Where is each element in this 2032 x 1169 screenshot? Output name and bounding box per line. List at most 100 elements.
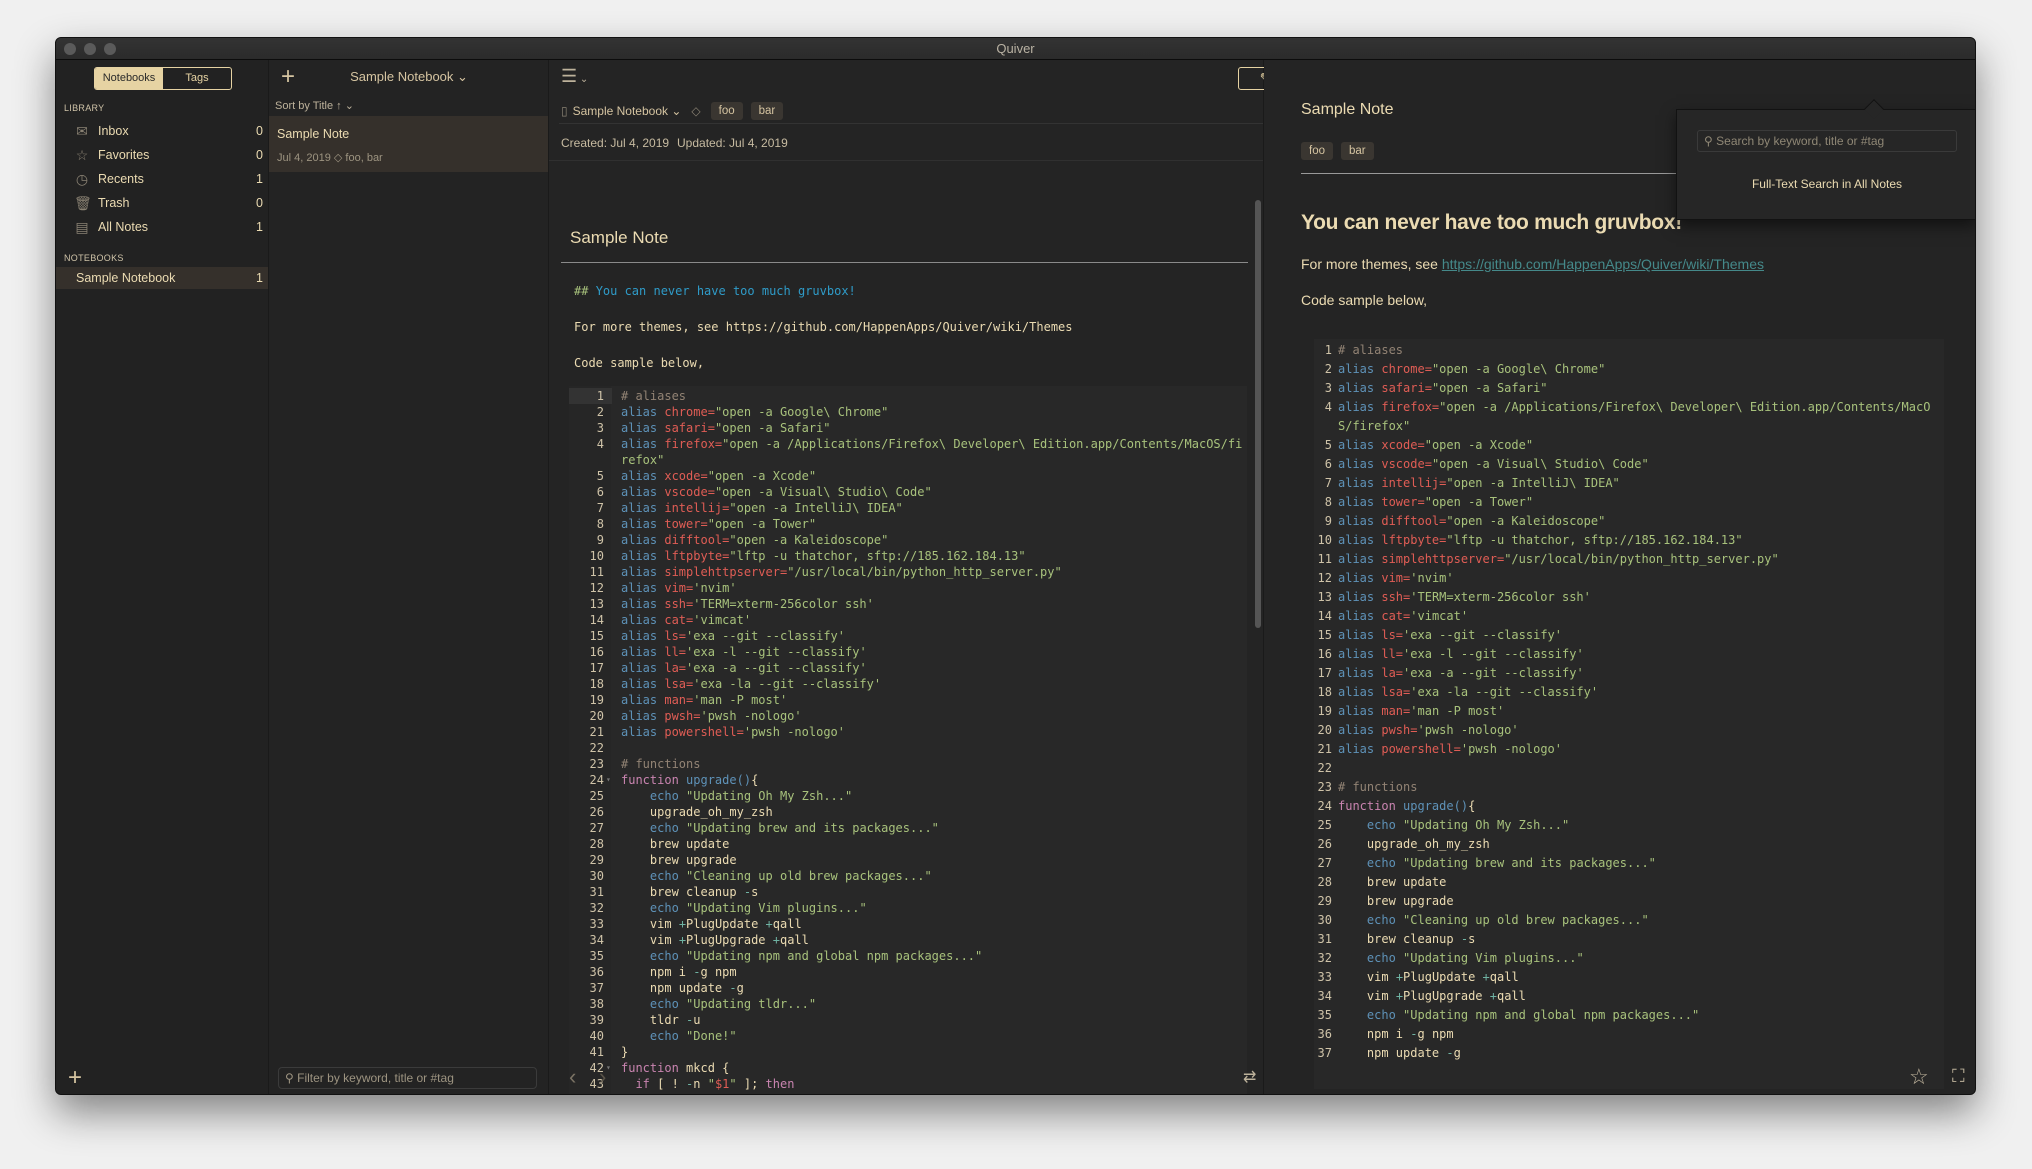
code-line[interactable]: 4 alias firefox="open -a /Applications/Fi… xyxy=(569,436,1247,468)
code-token: "open -a Tower" xyxy=(707,517,817,531)
sidebar-item-inbox[interactable]: ✉ Inbox 0 xyxy=(56,120,268,142)
sidebar-item-trash[interactable]: 🗑 Trash 0 xyxy=(56,192,268,214)
presentation-icon[interactable]: ⛶ xyxy=(1952,1066,1965,1087)
markdown-text-line[interactable]: For more themes, see https://github.com/… xyxy=(574,320,1073,334)
preview-code-block: 1 # aliases 2 alias chrome="open -a Google\… xyxy=(1314,339,1944,1089)
code-line[interactable]: 3 alias safari="open -a Safari" xyxy=(569,420,1247,436)
code-line[interactable]: 1 # aliases xyxy=(569,388,1247,404)
forward-arrow-icon[interactable]: › xyxy=(599,1064,606,1090)
sidebar-item-favorites[interactable]: ☆ Favorites 0 xyxy=(56,144,268,166)
zoom-window-button[interactable] xyxy=(104,43,116,55)
code-line[interactable]: 36 npm i -g npm xyxy=(569,964,1247,980)
code-line[interactable]: 31 brew cleanup -s xyxy=(569,884,1247,900)
code-line[interactable]: 41} xyxy=(569,1044,1247,1060)
code-line[interactable]: 38 echo "Updating tldr..." xyxy=(569,996,1247,1012)
code-line[interactable]: 37 npm update -g xyxy=(569,980,1247,996)
themes-link[interactable]: https://github.com/HappenApps/Quiver/wik… xyxy=(1442,256,1764,272)
code-line[interactable]: 39 tldr -u xyxy=(569,1012,1247,1028)
code-line[interactable]: 14 alias cat='vimcat' xyxy=(569,612,1247,628)
editor-scrollbar[interactable] xyxy=(1255,200,1261,628)
code-line: 27 echo "Updating brew and its packages.… xyxy=(1314,854,1944,873)
code-line[interactable]: 24 ▾ function upgrade(){ xyxy=(569,772,1247,788)
code-line[interactable]: 28 brew update xyxy=(569,836,1247,852)
code-line[interactable]: 6 alias vscode="open -a Visual\ Studio\ C… xyxy=(569,484,1247,500)
sidebar-item-all-notes[interactable]: ▤ All Notes 1 xyxy=(56,216,268,238)
code-token: difftool= xyxy=(1381,514,1447,528)
code-token: alias xyxy=(621,533,658,547)
editor-code-block[interactable]: 1 # aliases 2 alias chrome="open -a Google\… xyxy=(569,386,1247,1094)
code-line[interactable]: 15 alias ls='exa --git --classify' xyxy=(569,628,1247,644)
code-line[interactable]: 34 vim +PlugUpgrade +qall xyxy=(569,932,1247,948)
code-line[interactable]: 13 alias ssh='TERM=xterm-256color ssh' xyxy=(569,596,1247,612)
code-line[interactable]: 25 echo "Updating Oh My Zsh..." xyxy=(569,788,1247,804)
code-line[interactable]: 27 echo "Updating brew and its packages.… xyxy=(569,820,1247,836)
sort-selector[interactable]: Sort by Title ↑ ⌄ xyxy=(275,99,354,112)
code-line[interactable]: 17 alias la='exa -a --git --classify' xyxy=(569,660,1247,676)
code-line[interactable]: 18 alias lsa='exa -la --git --classify' xyxy=(569,676,1247,692)
tag-foo[interactable]: foo xyxy=(710,102,743,120)
star-icon[interactable]: ☆ xyxy=(1909,1064,1929,1090)
sidebar-item-recents[interactable]: ◷ Recents 1 xyxy=(56,168,268,190)
search-input[interactable]: ⚲ Search by keyword, title or #tag xyxy=(1697,130,1957,152)
full-text-search-button[interactable]: Full-Text Search in All Notes xyxy=(1677,177,1975,191)
code-line[interactable]: 7 alias intellij="open -a IntelliJ\ IDEA" xyxy=(569,500,1247,516)
code-line[interactable]: 9 alias difftool="open -a Kaleidoscope" xyxy=(569,532,1247,548)
close-window-button[interactable] xyxy=(64,43,76,55)
tag-bar[interactable]: bar xyxy=(1341,142,1374,160)
code-line[interactable]: 10 alias lftpbyte="lftp -u thatchor, sftp… xyxy=(569,548,1247,564)
code-line[interactable]: 5 alias xcode="open -a Xcode" xyxy=(569,468,1247,484)
markdown-text-line[interactable]: Code sample below, xyxy=(574,356,704,370)
code-line[interactable]: 23 # functions xyxy=(569,756,1247,772)
note-list-item[interactable]: Sample Note Jul 4, 2019 ◇ foo, bar xyxy=(269,116,548,172)
code-line[interactable]: 16 alias ll='exa -l --git --classify' xyxy=(569,644,1247,660)
code-line[interactable]: 40 echo "Done!" xyxy=(569,1028,1247,1044)
code-line[interactable]: 19 alias man='man -P most' xyxy=(569,692,1247,708)
created-date: Created: Jul 4, 2019 xyxy=(561,136,670,150)
line-number: 11 xyxy=(1317,552,1332,566)
note-notebook-selector[interactable]: Sample Notebook ⌄ xyxy=(573,104,682,118)
code-token: alias xyxy=(621,725,658,739)
markdown-heading-line[interactable]: ## You can never have too much gruvbox! xyxy=(574,284,856,298)
tag-bar[interactable]: bar xyxy=(750,102,784,120)
code-line[interactable]: 22 xyxy=(569,740,1247,756)
code-line[interactable]: 21 alias powershell='pwsh -nologo' xyxy=(569,724,1247,740)
code-token: echo xyxy=(1366,913,1396,927)
code-line[interactable]: 30 echo "Cleaning up old brew packages..… xyxy=(569,868,1247,884)
code-line: 10 alias lftpbyte="lftp -u thatchor, sftp… xyxy=(1314,531,1944,550)
menu-icon[interactable]: ☰ ⌄ xyxy=(561,66,588,87)
code-token: echo xyxy=(1366,818,1396,832)
minimize-window-button[interactable] xyxy=(84,43,96,55)
code-line[interactable]: 29 brew upgrade xyxy=(569,852,1247,868)
code-line: 28 brew update xyxy=(1314,873,1944,892)
tag-foo[interactable]: foo xyxy=(1301,142,1333,160)
code-line[interactable]: 11 alias simplehttpserver="/usr/local/bin… xyxy=(569,564,1247,580)
code-line[interactable]: 33 vim +PlugUpdate +qall xyxy=(569,916,1247,932)
code-line[interactable]: 12 alias vim='nvim' xyxy=(569,580,1247,596)
code-token: + xyxy=(678,917,687,931)
note-title-input[interactable]: Sample Note xyxy=(570,228,668,248)
code-line[interactable]: 26 upgrade_oh_my_zsh xyxy=(569,804,1247,820)
code-token: + xyxy=(678,933,687,947)
sync-scroll-icon[interactable]: ⇄ xyxy=(1243,1067,1256,1087)
code-line: 21 alias powershell='pwsh -nologo' xyxy=(1314,740,1944,759)
code-token: echo xyxy=(649,997,679,1011)
notebook-selector[interactable]: Sample Notebook ⌄ xyxy=(269,69,549,85)
fold-toggle-icon[interactable]: ▾ xyxy=(606,772,611,788)
line-number: 13 xyxy=(589,597,604,611)
code-line[interactable]: 8 alias tower="open -a Tower" xyxy=(569,516,1247,532)
preview-bottom-bar: ☆ ⛶ ooo xyxy=(1264,1062,1975,1094)
code-token: "lftp -u thatchor, sftp://185.162.184.13… xyxy=(1446,533,1743,547)
code-line[interactable]: 32 echo "Updating Vim plugins..." xyxy=(569,900,1247,916)
tab-notebooks[interactable]: Notebooks xyxy=(95,68,163,89)
code-line[interactable]: 20 alias pwsh='pwsh -nologo' xyxy=(569,708,1247,724)
code-line[interactable]: 2 alias chrome="open -a Google\ Chrome" xyxy=(569,404,1247,420)
add-notebook-button[interactable]: + xyxy=(68,1064,82,1092)
back-arrow-icon[interactable]: ‹ xyxy=(569,1064,576,1090)
sidebar-item-sample-notebook[interactable]: Sample Notebook 1 xyxy=(56,267,268,289)
filter-input[interactable]: ⚲ Filter by keyword, title or #tag xyxy=(278,1067,537,1089)
code-token: tldr xyxy=(621,1013,687,1027)
code-line[interactable]: 35 echo "Updating npm and global npm pac… xyxy=(569,948,1247,964)
tab-tags[interactable]: Tags xyxy=(163,68,231,89)
